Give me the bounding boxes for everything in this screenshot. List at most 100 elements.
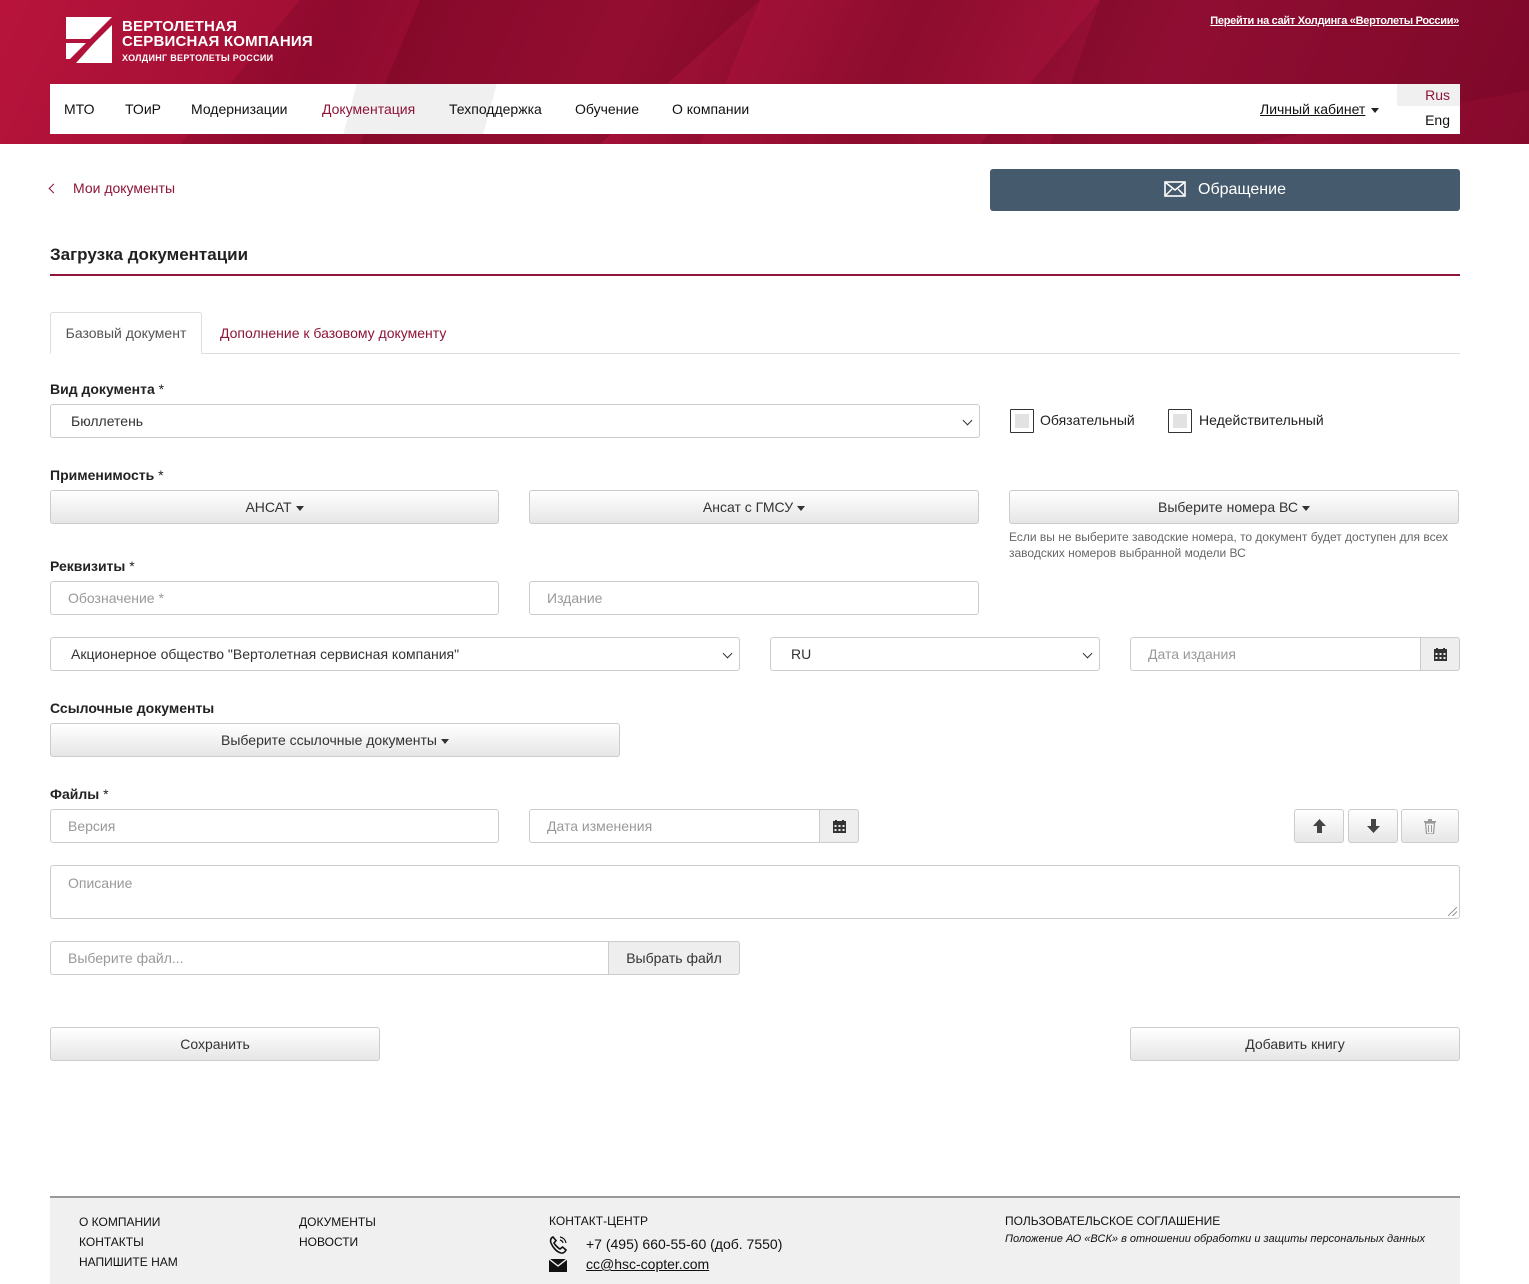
caret-down-icon: [797, 505, 806, 511]
files-label: Файлы *: [50, 786, 109, 802]
required-mark: *: [158, 381, 165, 397]
nav-item-documentation[interactable]: Документация: [322, 84, 415, 134]
chevron-left-icon: [48, 183, 59, 194]
doc-type-value: Бюллетень: [71, 413, 144, 429]
doc-type-select[interactable]: Бюллетень: [50, 404, 980, 438]
model-2-label: Ансат с ГМСУ: [702, 499, 794, 515]
logo-line-1: ВЕРТОЛЕТНАЯ: [122, 18, 238, 35]
move-up-button[interactable]: [1294, 809, 1344, 843]
nav-item-support[interactable]: Техподдержка: [449, 84, 542, 134]
organization-select[interactable]: Акционерное общество "Вертолетная сервис…: [50, 637, 740, 671]
serials-hint: Если вы не выберите заводские номера, то…: [1009, 530, 1448, 560]
model-dropdown-ansat-gmsu[interactable]: Ансат с ГМСУ: [529, 490, 979, 524]
site-header: ВЕРТОЛЕТНАЯ СЕРВИСНАЯ КОМПАНИЯ ХОЛДИНГ В…: [0, 0, 1529, 144]
nav-item-modernization[interactable]: Модернизации: [191, 84, 287, 134]
arrow-down-icon: [1367, 819, 1380, 833]
lang-eng[interactable]: Eng: [1397, 109, 1460, 131]
footer-link-write-us[interactable]: НАПИШИТЕ НАМ: [79, 1255, 178, 1269]
nav-item-about[interactable]: О компании: [672, 84, 749, 134]
add-book-button[interactable]: Добавить книгу: [1130, 1027, 1460, 1061]
logo-line-2: СЕРВИСНАЯ КОМПАНИЯ: [122, 33, 313, 50]
nav-item-toir[interactable]: ТОиР: [125, 84, 161, 134]
required-mark: *: [158, 467, 164, 483]
back-link-label: Мои документы: [73, 180, 176, 196]
caret-down-icon: [1301, 505, 1310, 511]
contact-phone[interactable]: +7 (495) 660-55-60 (доб. 7550): [586, 1236, 782, 1252]
tab-document-supplement[interactable]: Дополнение к базовому документу: [220, 312, 446, 354]
requisites-label-text: Реквизиты: [50, 558, 126, 574]
organization-value: Акционерное общество "Вертолетная сервис…: [71, 646, 460, 662]
site-footer: О КОМПАНИИ КОНТАКТЫ НАПИШИТЕ НАМ ДОКУМЕН…: [50, 1196, 1460, 1284]
main-nav: МТО ТОиР Модернизации Документация Техпо…: [50, 84, 1460, 134]
required-mark: *: [129, 558, 135, 574]
model-1-label: АНСАТ: [245, 499, 292, 515]
ref-docs-dropdown[interactable]: Выберите ссылочные документы: [50, 723, 620, 757]
description-textarea[interactable]: Описание: [50, 865, 1460, 919]
envelope-icon: [1164, 181, 1186, 197]
resize-grip-icon[interactable]: [1448, 907, 1457, 916]
version-input[interactable]: Версия: [50, 809, 499, 843]
contact-center-heading: КОНТАКТ-ЦЕНТР: [549, 1214, 648, 1228]
caret-down-icon: [440, 738, 449, 744]
change-date-calendar-button[interactable]: [819, 809, 859, 843]
file-path-input[interactable]: Выберите файл...: [50, 941, 610, 975]
ref-docs-label: Ссылочные документы: [50, 700, 215, 716]
delete-file-button[interactable]: [1401, 809, 1459, 843]
nav-item-mto[interactable]: МТО: [64, 84, 94, 134]
personal-cabinet-menu[interactable]: Личный кабинет: [1260, 84, 1380, 134]
model-dropdown-ansat[interactable]: АНСАТ: [50, 490, 499, 524]
save-button[interactable]: Сохранить: [50, 1027, 380, 1061]
footer-user-agreement-link[interactable]: ПОЛЬЗОВАТЕЛЬСКОЕ СОГЛАШЕНИЕ: [1005, 1214, 1220, 1228]
designation-input[interactable]: Обозначение *: [50, 581, 499, 615]
requisites-label: Реквизиты *: [50, 558, 135, 574]
caret-down-icon: [295, 505, 304, 511]
choose-file-button[interactable]: Выбрать файл: [608, 941, 740, 975]
footer-link-documents[interactable]: ДОКУМЕНТЫ: [299, 1215, 376, 1229]
footer-privacy-policy-link[interactable]: Положение АО «ВСК» в отношении обработки…: [1005, 1234, 1435, 1245]
edition-date-input[interactable]: Дата издания: [1130, 637, 1422, 671]
edition-date-calendar-button[interactable]: [1420, 637, 1460, 671]
chevron-down-icon: [722, 648, 733, 659]
applicability-label-text: Применимость: [50, 467, 155, 483]
applicability-label: Применимость *: [50, 467, 164, 483]
logo-line-3: ХОЛДИНГ ВЕРТОЛЕТЫ РОССИИ: [122, 53, 274, 63]
invalid-checkbox[interactable]: [1168, 409, 1192, 433]
footer-link-about[interactable]: О КОМПАНИИ: [79, 1215, 160, 1229]
edition-input[interactable]: Издание: [529, 581, 979, 615]
lang-rus[interactable]: Rus: [1397, 84, 1460, 106]
description-placeholder: Описание: [68, 875, 133, 891]
contact-email[interactable]: cc@hsc-copter.com: [586, 1256, 709, 1272]
mandatory-checkbox[interactable]: [1010, 409, 1034, 433]
chevron-down-icon: [1082, 648, 1093, 659]
back-to-my-documents-link[interactable]: Мои документы: [48, 180, 176, 196]
envelope-icon: [549, 1259, 567, 1272]
title-divider: [50, 274, 1460, 276]
footer-link-news[interactable]: НОВОСТИ: [299, 1235, 358, 1249]
change-date-input[interactable]: Дата изменения: [529, 809, 821, 843]
company-logo-text[interactable]: ВЕРТОЛЕТНАЯ СЕРВИСНАЯ КОМПАНИЯ ХОЛДИНГ В…: [122, 19, 313, 66]
serials-dropdown[interactable]: Выберите номера ВС: [1009, 490, 1459, 524]
page-title: Загрузка документации: [50, 245, 249, 264]
doc-type-label: Вид документа *: [50, 381, 164, 397]
chevron-down-icon: [962, 415, 973, 426]
serials-label: Выберите номера ВС: [1158, 499, 1298, 515]
appeal-button-label: Обращение: [1198, 181, 1286, 198]
files-label-text: Файлы: [50, 786, 100, 802]
invalid-label: Недействительный: [1199, 412, 1324, 428]
required-mark: *: [103, 786, 109, 802]
company-logo-icon[interactable]: [66, 17, 112, 63]
language-select[interactable]: RU: [770, 637, 1100, 671]
ref-docs-button-label: Выберите ссылочные документы: [221, 732, 437, 748]
chevron-down-icon: [1371, 107, 1380, 113]
footer-link-contacts[interactable]: КОНТАКТЫ: [79, 1235, 144, 1249]
calendar-icon: [833, 820, 846, 833]
appeal-button[interactable]: Обращение: [990, 169, 1460, 211]
language-switcher: Rus Eng: [1397, 84, 1460, 134]
move-down-button[interactable]: [1348, 809, 1398, 843]
doc-type-label-text: Вид документа: [50, 381, 155, 397]
calendar-icon: [1434, 648, 1447, 661]
holding-site-link[interactable]: Перейти на сайт Холдинга «Вертолеты Росс…: [1210, 15, 1459, 27]
language-value: RU: [791, 646, 812, 662]
tab-base-document[interactable]: Базовый документ: [50, 312, 202, 354]
nav-item-training[interactable]: Обучение: [575, 84, 639, 134]
